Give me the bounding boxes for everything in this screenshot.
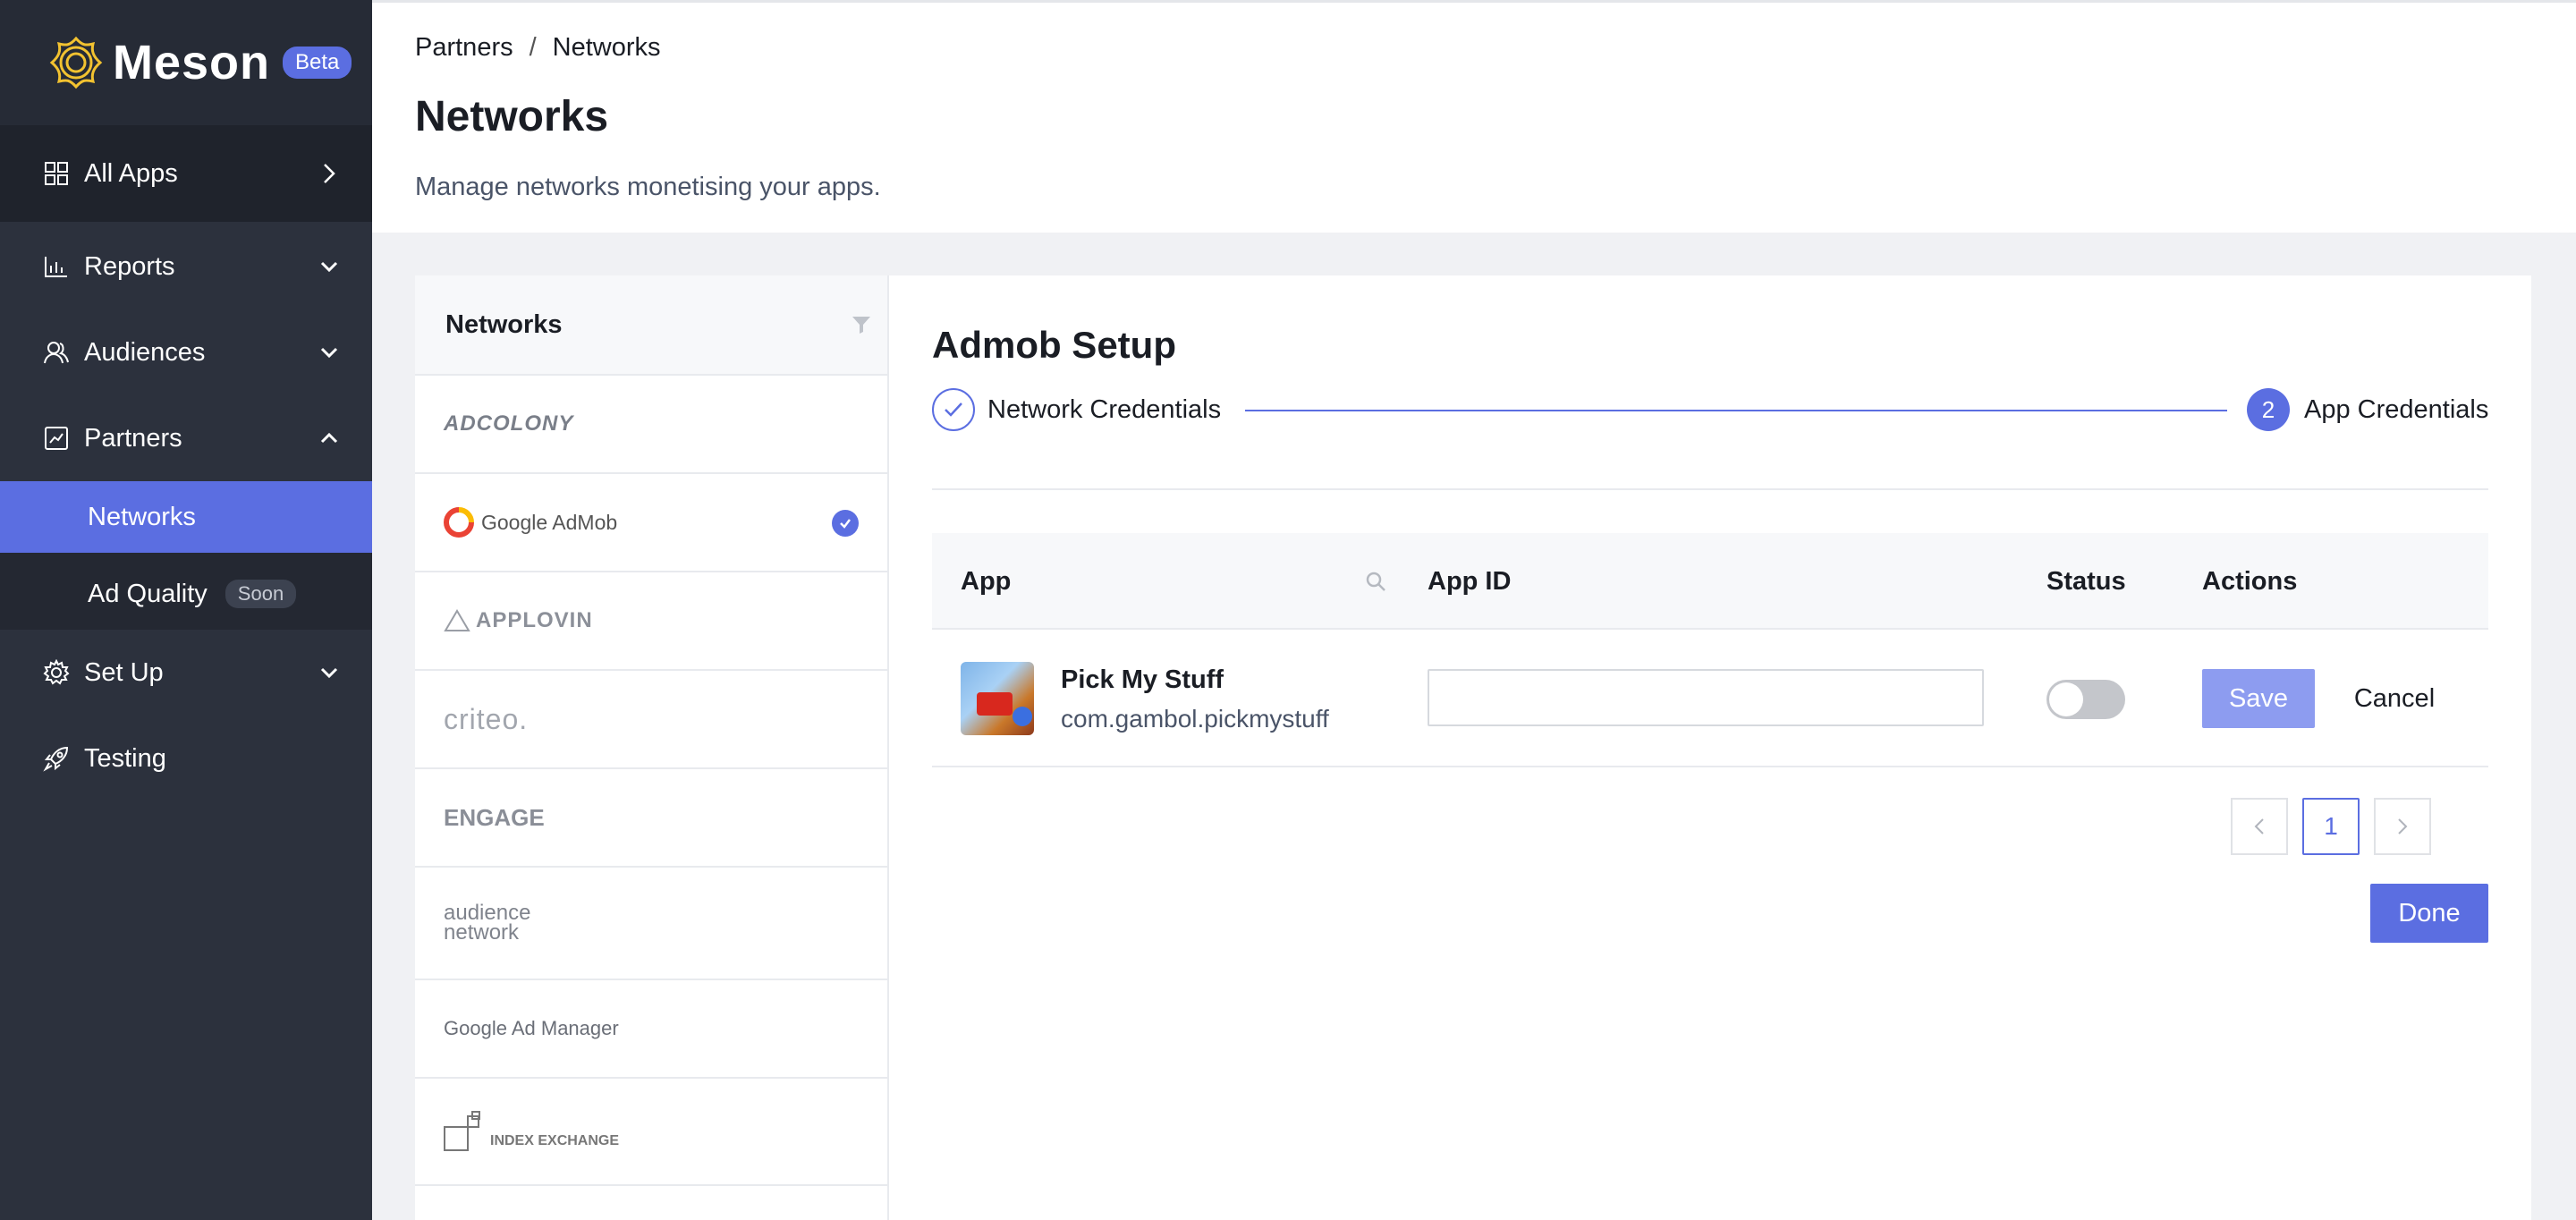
- column-app: App: [961, 567, 1012, 596]
- sidebar-item-label: Reports: [84, 251, 175, 281]
- step-complete-icon: [932, 388, 975, 431]
- soon-badge: Soon: [225, 580, 297, 608]
- adcolony-logo: ADCOLONY: [444, 411, 574, 436]
- chevron-left-icon: [2254, 818, 2264, 835]
- pagination-prev-button[interactable]: [2231, 798, 2288, 855]
- network-item-index-exchange[interactable]: INDEX EXCHANGE: [415, 1079, 887, 1186]
- column-actions: Actions: [2202, 567, 2298, 596]
- app-bundle-id: com.gambol.pickmystuff: [1061, 705, 1329, 733]
- breadcrumb-networks: Networks: [552, 33, 661, 62]
- beta-badge: Beta: [283, 47, 352, 79]
- save-button[interactable]: Save: [2202, 669, 2315, 728]
- filter-icon[interactable]: [852, 315, 871, 335]
- applovin-logo: APPLOVIN: [476, 608, 593, 632]
- engage-logo: ENGAGE: [444, 803, 545, 831]
- sidebar-item-label: Partners: [84, 423, 182, 453]
- network-item-admob[interactable]: Google AdMob: [415, 474, 887, 572]
- sidebar-item-partners[interactable]: Partners: [0, 395, 372, 481]
- sidebar-item-networks[interactable]: Networks: [0, 481, 372, 553]
- sidebar-item-label: Networks: [88, 502, 196, 531]
- table-row: Pick My Stuff com.gambol.pickmystuff Sav…: [932, 630, 2488, 767]
- sidebar-item-label: Set Up: [84, 657, 164, 687]
- networks-list-title: Networks: [445, 309, 563, 339]
- app-name: Pick My Stuff: [1061, 665, 1224, 694]
- pagination-page-1[interactable]: 1: [2302, 798, 2360, 855]
- network-item-engage[interactable]: ENGAGE: [415, 769, 887, 868]
- networks-list-panel: Networks ADCOLONY Google AdMob APPLOVIN …: [415, 275, 889, 1220]
- app-credentials-table: App App ID Status Actions Pick My Stuff …: [932, 533, 2488, 767]
- users-icon: [44, 342, 69, 364]
- step-number-badge: 2: [2247, 388, 2290, 431]
- breadcrumb-separator: /: [529, 33, 537, 62]
- criteo-logo: criteo.: [444, 702, 529, 735]
- breadcrumb: Partners / Networks: [415, 33, 661, 63]
- ios-badge-icon: [1013, 707, 1032, 726]
- partners-icon: [45, 427, 68, 450]
- chevron-right-icon: [324, 164, 335, 183]
- table-header: App App ID Status Actions: [932, 533, 2488, 630]
- step-network-credentials[interactable]: Network Credentials: [987, 395, 1221, 425]
- index-exchange-logo: INDEX EXCHANGE: [490, 1133, 620, 1148]
- app-id-input[interactable]: [1428, 669, 1984, 726]
- sidebar-item-label: Testing: [84, 743, 166, 773]
- done-button[interactable]: Done: [2370, 884, 2488, 943]
- search-icon[interactable]: [1365, 571, 1386, 592]
- sidebar-item-all-apps[interactable]: All Apps: [0, 125, 372, 222]
- chevron-right-icon: [2398, 818, 2408, 835]
- page-title: Networks: [415, 93, 609, 140]
- chevron-down-icon: [320, 347, 338, 359]
- network-setup-card: Networks ADCOLONY Google AdMob APPLOVIN …: [415, 275, 2531, 1220]
- sidebar-item-set-up[interactable]: Set Up: [0, 630, 372, 716]
- toggle-knob: [2049, 682, 2083, 716]
- meson-logo-icon: [49, 36, 103, 89]
- column-status: Status: [2046, 567, 2126, 596]
- section-divider: [932, 488, 2488, 490]
- sidebar: Meson Beta All Apps Reports Audiences Pa…: [0, 0, 372, 1220]
- pagination-next-button[interactable]: [2374, 798, 2431, 855]
- sidebar-item-ad-quality[interactable]: Ad Quality Soon: [0, 558, 372, 630]
- column-app-id: App ID: [1428, 567, 1512, 596]
- page-header: Partners / Networks Networks Manage networ…: [372, 0, 2576, 233]
- sidebar-item-label: Audiences: [84, 337, 206, 367]
- sidebar-item-audiences[interactable]: Audiences: [0, 309, 372, 395]
- networks-list-header: Networks: [415, 275, 887, 376]
- sidebar-item-label: Ad Quality: [88, 579, 208, 608]
- network-item-adcolony[interactable]: ADCOLONY: [415, 376, 887, 474]
- admob-logo-icon: [444, 507, 474, 538]
- cancel-button[interactable]: Cancel: [2338, 669, 2451, 728]
- rocket-icon: [43, 746, 69, 772]
- status-toggle[interactable]: [2046, 680, 2125, 719]
- app-icon: [961, 662, 1034, 735]
- network-item-applovin[interactable]: APPLOVIN: [415, 572, 887, 671]
- audience-network-logo: audience network: [444, 901, 531, 945]
- gear-icon: [43, 659, 70, 685]
- index-exchange-logo-icon: [444, 1111, 480, 1151]
- google-ad-manager-logo: Google Ad Manager: [444, 1017, 619, 1039]
- app-icon-car: [977, 692, 1013, 716]
- brand-header: Meson Beta: [0, 0, 372, 125]
- stepper-connector: [1245, 410, 2227, 411]
- network-item-criteo[interactable]: criteo.: [415, 671, 887, 769]
- page-subtitle: Manage networks monetising your apps.: [415, 173, 881, 201]
- grid-icon: [45, 162, 68, 185]
- setup-title: Admob Setup: [932, 324, 1176, 366]
- sidebar-item-label: All Apps: [84, 158, 178, 188]
- network-item-google-ad-manager[interactable]: Google Ad Manager: [415, 980, 887, 1079]
- bar-chart-icon: [45, 257, 67, 277]
- chevron-down-icon: [320, 667, 338, 679]
- selected-check-icon: [832, 510, 859, 537]
- admob-logo: Google AdMob: [481, 510, 618, 534]
- step-app-credentials[interactable]: App Credentials: [2304, 395, 2488, 425]
- network-item-audience-network[interactable]: audience network: [415, 868, 887, 980]
- sidebar-item-testing[interactable]: Testing: [0, 716, 372, 801]
- chevron-up-icon: [320, 432, 338, 444]
- breadcrumb-partners[interactable]: Partners: [415, 33, 513, 62]
- partners-subnav: Networks Ad Quality Soon: [0, 481, 372, 630]
- sidebar-item-reports[interactable]: Reports: [0, 224, 372, 309]
- brand-name: Meson: [113, 36, 271, 89]
- applovin-logo-icon: [444, 609, 470, 631]
- chevron-down-icon: [320, 261, 338, 273]
- admob-setup-panel: Admob Setup Network Credentials 2 App Cr…: [889, 275, 2531, 1220]
